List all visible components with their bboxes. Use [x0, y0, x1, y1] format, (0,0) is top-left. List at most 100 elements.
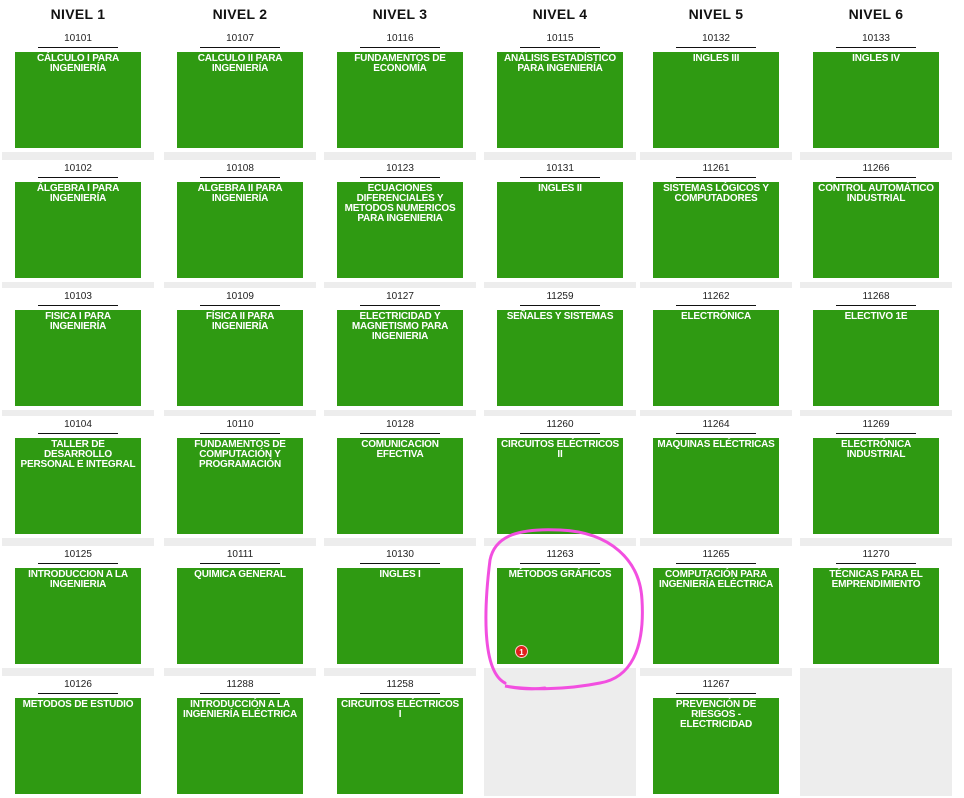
- course-block[interactable]: ELECTRICIDAD Y MAGNETISMO PARA INGENIERI…: [337, 310, 463, 406]
- course-cell[interactable]: 11270 TÉCNICAS PARA EL EMPRENDIMIENTO: [800, 546, 952, 668]
- level-heading-5: NIVEL 5: [688, 6, 744, 22]
- course-cell[interactable]: 10127 ELECTRICIDAD Y MAGNETISMO PARA INGE…: [324, 288, 476, 410]
- course-code: 11262: [702, 291, 730, 302]
- course-block[interactable]: QUIMICA GENERAL: [177, 568, 303, 664]
- course-cell[interactable]: 10125 INTRODUCCION A LA INGENIERIA: [2, 546, 154, 668]
- divider: [676, 563, 756, 564]
- course-block[interactable]: FÍSICA II PARA INGENIERÍA: [177, 310, 303, 406]
- course-block[interactable]: ELECTRÓNICA INDUSTRIAL: [813, 438, 939, 534]
- course-block[interactable]: CIRCUITOS ELÉCTRICOS I: [337, 698, 463, 794]
- course-cell[interactable]: 11264 MAQUINAS ELÉCTRICAS: [640, 416, 792, 538]
- course-name: SISTEMAS LÓGICOS Y COMPUTADORES: [663, 183, 769, 204]
- course-block[interactable]: CALCULO II PARA INGENIERÍA: [177, 52, 303, 148]
- course-block[interactable]: PREVENCIÓN DE RIESGOS - ELECTRICIDAD: [653, 698, 779, 794]
- course-cell[interactable]: 11267 PREVENCIÓN DE RIESGOS - ELECTRICIDA…: [640, 676, 792, 798]
- course-cell[interactable]: 11288 INTRODUCCIÓN A LA INGENIERÍA ELÉCTR…: [164, 676, 316, 798]
- course-cell[interactable]: 11260 CIRCUITOS ELÉCTRICOS II: [484, 416, 636, 538]
- divider: [200, 47, 280, 48]
- course-code: 10131: [546, 163, 574, 174]
- course-cell[interactable]: 10107 CALCULO II PARA INGENIERÍA: [164, 30, 316, 152]
- course-cell[interactable]: 10109 FÍSICA II PARA INGENIERÍA: [164, 288, 316, 410]
- course-cell[interactable]: 10116 FUNDAMENTOS DE ECONOMÍA: [324, 30, 476, 152]
- course-cell[interactable]: 10103 FISICA I PARA INGENIERÍA: [2, 288, 154, 410]
- course-code: 10108: [226, 163, 254, 174]
- course-code: 10125: [64, 549, 92, 560]
- course-cell[interactable]: 10102 ÁLGEBRA I PARA INGENIERÍA: [2, 160, 154, 282]
- course-name: ELECTRÓNICA INDUSTRIAL: [840, 439, 912, 460]
- course-block[interactable]: TALLER DE DESARROLLO PERSONAL E INTEGRAL: [15, 438, 141, 534]
- course-block[interactable]: INGLES IV: [813, 52, 939, 148]
- course-name: PREVENCIÓN DE RIESGOS - ELECTRICIDAD: [675, 699, 757, 730]
- course-block[interactable]: INGLES III: [653, 52, 779, 148]
- course-block[interactable]: ANÁLISIS ESTADÍSTICO PARA INGENIERÍA: [497, 52, 623, 148]
- course-cell[interactable]: 10133 INGLES IV: [800, 30, 952, 152]
- course-block[interactable]: MÉTODOS GRÁFICOS 1: [497, 568, 623, 664]
- course-block[interactable]: MAQUINAS ELÉCTRICAS: [653, 438, 779, 534]
- course-code: 10101: [64, 33, 92, 44]
- course-cell[interactable]: 11269 ELECTRÓNICA INDUSTRIAL: [800, 416, 952, 538]
- course-block[interactable]: INTRODUCCION A LA INGENIERIA: [15, 568, 141, 664]
- course-block[interactable]: ELECTRÓNICA: [653, 310, 779, 406]
- course-cell[interactable]: 11262 ELECTRÓNICA: [640, 288, 792, 410]
- course-block[interactable]: ÁLGEBRA I PARA INGENIERÍA: [15, 182, 141, 278]
- divider: [836, 563, 916, 564]
- course-cell[interactable]: 10131 INGLES II: [484, 160, 636, 282]
- course-block[interactable]: SEÑALES Y SISTEMAS: [497, 310, 623, 406]
- course-cell[interactable]: 11265 COMPUTACIÓN PARA INGENIERÍA ELÉCTRI…: [640, 546, 792, 668]
- course-cell[interactable]: 10101 CÁLCULO I PARA INGENIERÍA: [2, 30, 154, 152]
- course-cell[interactable]: 10111 QUIMICA GENERAL: [164, 546, 316, 668]
- course-block[interactable]: METODOS DE ESTUDIO: [15, 698, 141, 794]
- course-cell[interactable]: 10126 METODOS DE ESTUDIO: [2, 676, 154, 798]
- course-block[interactable]: SISTEMAS LÓGICOS Y COMPUTADORES: [653, 182, 779, 278]
- course-block[interactable]: CONTROL AUTOMÁTICO INDUSTRIAL: [813, 182, 939, 278]
- course-block[interactable]: INGLES I: [337, 568, 463, 664]
- course-cell[interactable]: 11258 CIRCUITOS ELÉCTRICOS I: [324, 676, 476, 798]
- course-block[interactable]: FUNDAMENTOS DE COMPUTACIÓN Y PROGRAMACIÓ…: [177, 438, 303, 534]
- course-code: 11264: [702, 419, 730, 430]
- course-block[interactable]: CÁLCULO I PARA INGENIERÍA: [15, 52, 141, 148]
- notification-badge[interactable]: 1: [515, 645, 528, 658]
- course-cell[interactable]: 11266 CONTROL AUTOMÁTICO INDUSTRIAL: [800, 160, 952, 282]
- course-block[interactable]: ELECTIVO 1E: [813, 310, 939, 406]
- divider: [520, 177, 600, 178]
- course-cell[interactable]: 10104 TALLER DE DESARROLLO PERSONAL E INT…: [2, 416, 154, 538]
- course-cell[interactable]: 10128 COMUNICACION EFECTIVA: [324, 416, 476, 538]
- course-cell[interactable]: 10123 ECUACIONES DIFERENCIALES Y METODOS …: [324, 160, 476, 282]
- course-name: INGLES II: [538, 183, 582, 194]
- course-cell[interactable]: 11268 ELECTIVO 1E: [800, 288, 952, 410]
- course-block[interactable]: FUNDAMENTOS DE ECONOMÍA: [337, 52, 463, 148]
- course-name: TALLER DE DESARROLLO PERSONAL E INTEGRAL: [20, 439, 136, 470]
- course-block[interactable]: COMPUTACIÓN PARA INGENIERÍA ELÉCTRICA: [653, 568, 779, 664]
- course-code: 10109: [226, 291, 254, 302]
- course-cell[interactable]: 10115 ANÁLISIS ESTADÍSTICO PARA INGENIERÍ…: [484, 30, 636, 152]
- divider: [38, 177, 118, 178]
- course-block[interactable]: TÉCNICAS PARA EL EMPRENDIMIENTO: [813, 568, 939, 664]
- course-name: COMUNICACION EFECTIVA: [361, 439, 439, 460]
- course-cell[interactable]: 11261 SISTEMAS LÓGICOS Y COMPUTADORES: [640, 160, 792, 282]
- course-cell[interactable]: 11263 MÉTODOS GRÁFICOS 1: [484, 546, 636, 668]
- course-code: 10127: [386, 291, 414, 302]
- course-code: 10133: [862, 33, 890, 44]
- divider: [676, 47, 756, 48]
- course-cell[interactable]: 10108 ALGEBRA II PARA INGENIERÍA: [164, 160, 316, 282]
- course-code: 10103: [64, 291, 92, 302]
- course-block[interactable]: INGLES II: [497, 182, 623, 278]
- course-block[interactable]: ECUACIONES DIFERENCIALES Y METODOS NUMER…: [337, 182, 463, 278]
- course-cell[interactable]: 10132 INGLES III: [640, 30, 792, 152]
- course-block[interactable]: INTRODUCCIÓN A LA INGENIERÍA ELÉCTRICA: [177, 698, 303, 794]
- course-name: INGLES III: [692, 53, 740, 64]
- course-cell[interactable]: 11259 SEÑALES Y SISTEMAS: [484, 288, 636, 410]
- course-name: MÉTODOS GRÁFICOS: [508, 569, 612, 580]
- course-block[interactable]: FISICA I PARA INGENIERÍA: [15, 310, 141, 406]
- course-cell[interactable]: 10130 INGLES I: [324, 546, 476, 668]
- course-code: 11263: [546, 549, 574, 560]
- course-block[interactable]: CIRCUITOS ELÉCTRICOS II: [497, 438, 623, 534]
- course-block[interactable]: COMUNICACION EFECTIVA: [337, 438, 463, 534]
- course-code: 10132: [702, 33, 730, 44]
- course-name: ANÁLISIS ESTADÍSTICO PARA INGENIERÍA: [504, 53, 616, 74]
- divider: [836, 433, 916, 434]
- course-cell[interactable]: 10110 FUNDAMENTOS DE COMPUTACIÓN Y PROGRA…: [164, 416, 316, 538]
- course-code: 11268: [862, 291, 890, 302]
- divider: [200, 563, 280, 564]
- course-block[interactable]: ALGEBRA II PARA INGENIERÍA: [177, 182, 303, 278]
